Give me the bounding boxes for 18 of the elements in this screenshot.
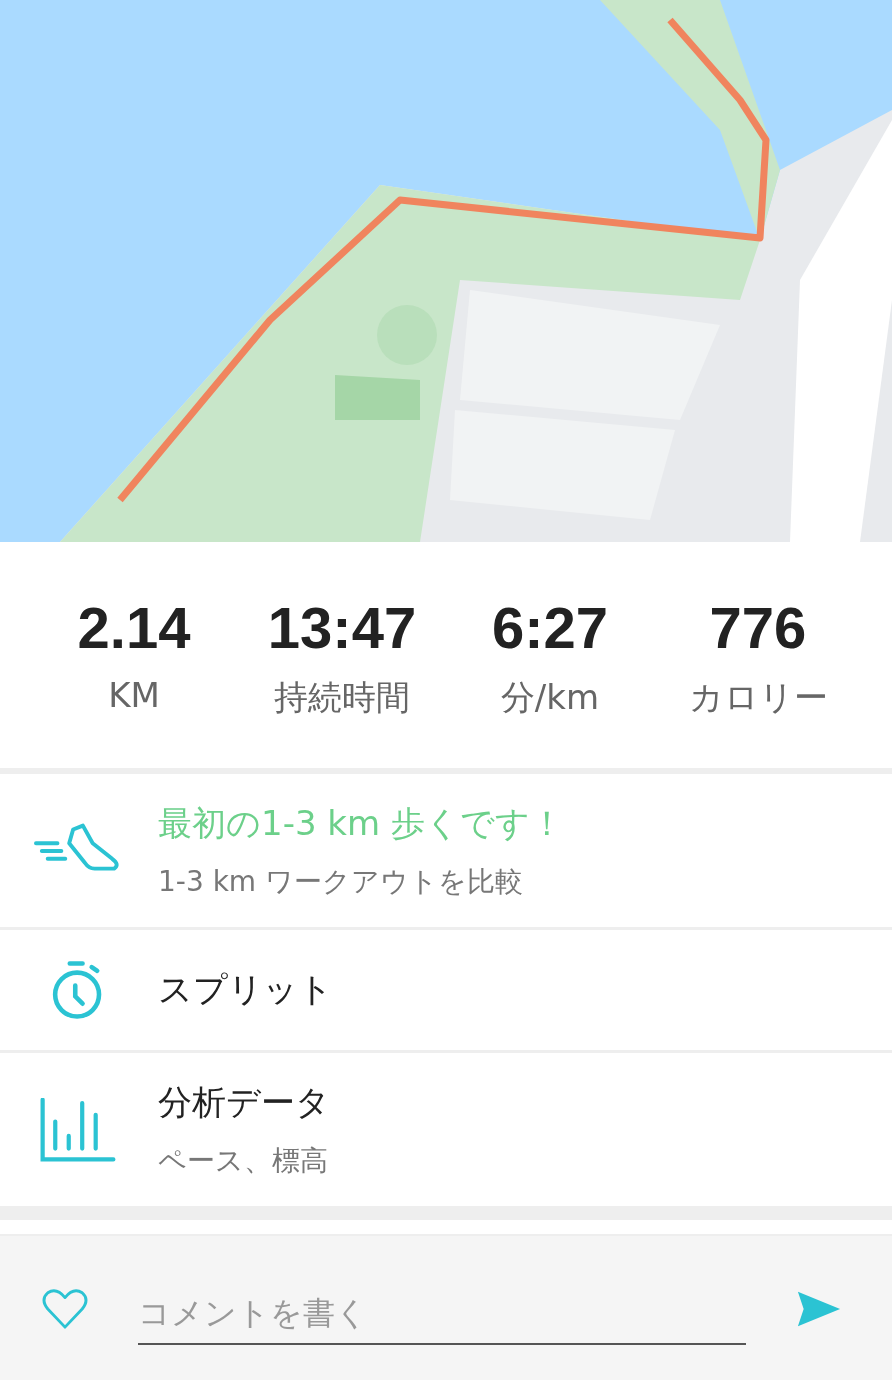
list-item[interactable]: スプリット xyxy=(0,930,892,1053)
stat-label: カロリー xyxy=(688,676,828,719)
row-subtitle: ペース、標高 xyxy=(158,1142,329,1179)
stat-value: 776 xyxy=(709,594,807,661)
row-subtitle: 1-3 km ワークアウトを比較 xyxy=(158,863,525,900)
row-title: スプリット xyxy=(158,968,333,1011)
comment-bar[interactable]: コメントを書く xyxy=(0,1234,892,1380)
stat-label: 分/km xyxy=(500,676,600,719)
row-title: 分析データ xyxy=(158,1080,330,1124)
comment-field[interactable]: コメントを書く xyxy=(138,1282,746,1345)
list-item[interactable]: 最初の1-3 km 歩くです！ 1-3 km ワークアウトを比較 xyxy=(0,774,892,930)
stat-value: 13:47 xyxy=(267,594,417,661)
row-title: 最初の1-3 km 歩くです！ xyxy=(158,801,564,845)
stat-label: KM xyxy=(108,675,160,715)
heart-icon[interactable] xyxy=(42,1287,88,1330)
stat-value: 6:27 xyxy=(491,594,609,661)
stat-value: 2.14 xyxy=(77,594,191,661)
stat-label: 持続時間 xyxy=(274,676,410,719)
